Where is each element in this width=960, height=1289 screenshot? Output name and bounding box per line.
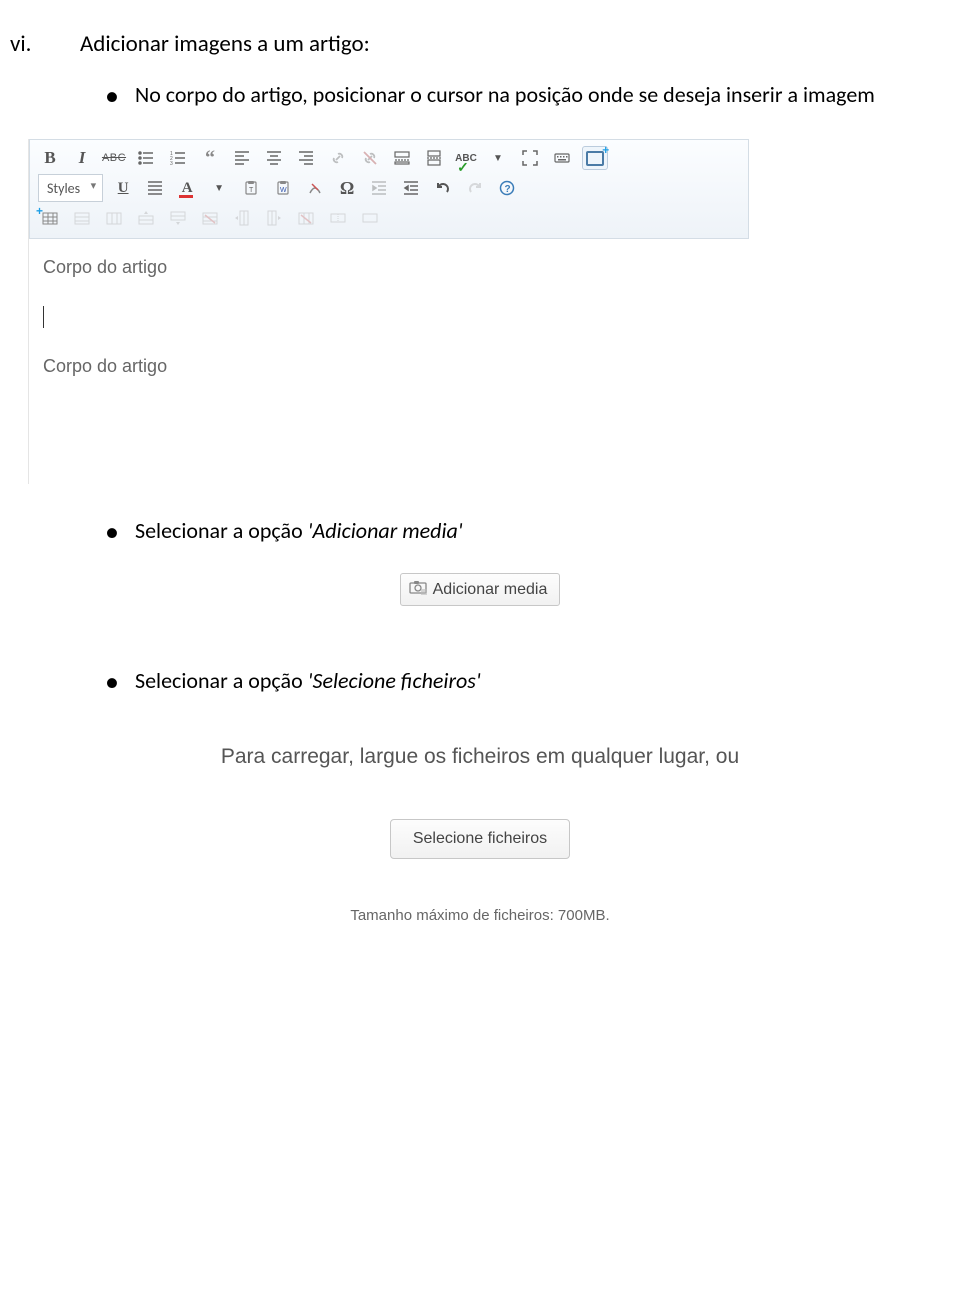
- add-media-toolbar-icon[interactable]: [582, 146, 608, 170]
- toolbar-row-1: B I ABC 123 “: [38, 146, 740, 170]
- undo-icon[interactable]: [431, 176, 455, 200]
- paste-text-icon[interactable]: T: [239, 176, 263, 200]
- paste-word-icon[interactable]: W: [271, 176, 295, 200]
- chevron-down-icon[interactable]: ▼: [486, 146, 510, 170]
- fullscreen-icon[interactable]: [518, 146, 542, 170]
- align-right-icon[interactable]: [294, 146, 318, 170]
- svg-text:W: W: [280, 187, 287, 194]
- bullet-list: No corpo do artigo, posicionar o cursor …: [10, 78, 950, 111]
- insert-col-before-icon[interactable]: [230, 206, 254, 230]
- styles-dropdown[interactable]: Styles: [38, 174, 103, 202]
- document-page: vi. Adicionar imagens a um artigo: No co…: [0, 0, 960, 954]
- link-icon[interactable]: [326, 146, 350, 170]
- bullet-item: Selecionar a opção 'Selecione ficheiros': [105, 664, 950, 697]
- numbered-list-icon[interactable]: 123: [166, 146, 190, 170]
- camera-icon: [409, 579, 427, 600]
- dropzone-hint: Para carregar, largue os ficheiros em qu…: [10, 745, 950, 769]
- merge-cells-icon[interactable]: [358, 206, 382, 230]
- bullet-text: Selecionar a opção: [135, 517, 308, 544]
- svg-text:3: 3: [170, 161, 173, 166]
- strikethrough-icon[interactable]: ABC: [102, 146, 126, 170]
- bullet-text: No corpo do artigo, posicionar o cursor …: [135, 81, 875, 108]
- delete-row-icon[interactable]: [198, 206, 222, 230]
- italic-icon[interactable]: I: [70, 146, 94, 170]
- section-title: Adicionar imagens a um artigo:: [80, 30, 370, 58]
- insert-row-before-icon[interactable]: [134, 206, 158, 230]
- align-justify-icon[interactable]: [143, 176, 167, 200]
- help-icon[interactable]: ?: [495, 176, 519, 200]
- align-left-icon[interactable]: [230, 146, 254, 170]
- editor-toolbar: B I ABC 123 “: [29, 139, 749, 239]
- blockquote-icon[interactable]: “: [198, 146, 222, 170]
- split-cells-icon[interactable]: [326, 206, 350, 230]
- bullet-item: Selecionar a opção 'Adicionar media': [105, 514, 950, 547]
- table-cell-props-icon[interactable]: [102, 206, 126, 230]
- add-media-figure: Adicionar media: [10, 565, 950, 636]
- bullet-list: Selecionar a opção 'Selecione ficheiros': [10, 664, 950, 697]
- redo-icon[interactable]: [463, 176, 487, 200]
- editor-cursor-line: [43, 306, 735, 328]
- remove-format-icon[interactable]: [303, 176, 327, 200]
- text-color-icon[interactable]: A: [175, 176, 199, 200]
- upload-dropzone: Para carregar, largue os ficheiros em qu…: [10, 745, 950, 924]
- insert-more-icon[interactable]: [390, 146, 414, 170]
- insert-col-after-icon[interactable]: [262, 206, 286, 230]
- bullet-list-icon[interactable]: [134, 146, 158, 170]
- outdent-icon[interactable]: [367, 176, 391, 200]
- svg-text:?: ?: [505, 184, 511, 195]
- editor-text-line: Corpo do artigo: [43, 257, 735, 278]
- keyboard-icon[interactable]: [550, 146, 574, 170]
- select-files-button[interactable]: Selecione ficheiros: [390, 819, 570, 859]
- section-heading: vi. Adicionar imagens a um artigo:: [10, 30, 950, 58]
- text-cursor-icon: [43, 306, 44, 328]
- insert-row-after-icon[interactable]: [166, 206, 190, 230]
- delete-col-icon[interactable]: [294, 206, 318, 230]
- insert-table-icon[interactable]: +: [38, 206, 62, 230]
- chevron-down-icon[interactable]: ▼: [207, 176, 231, 200]
- svg-text:T: T: [249, 187, 254, 194]
- editor-content-area[interactable]: Corpo do artigo Corpo do artigo: [29, 239, 749, 484]
- bold-icon[interactable]: B: [38, 146, 62, 170]
- bullet-list: Selecionar a opção 'Adicionar media': [10, 514, 950, 547]
- editor-text-line: Corpo do artigo: [43, 356, 735, 377]
- bullet-emphasis: 'Adicionar media': [308, 517, 463, 544]
- bullet-item: No corpo do artigo, posicionar o cursor …: [105, 78, 950, 111]
- indent-icon[interactable]: [399, 176, 423, 200]
- max-file-size-text: Tamanho máximo de ficheiros: 700MB.: [10, 907, 950, 924]
- add-media-label: Adicionar media: [433, 581, 548, 599]
- spellcheck-icon[interactable]: ABC: [454, 146, 478, 170]
- table-row-props-icon[interactable]: [70, 206, 94, 230]
- bullet-text: Selecionar a opção: [135, 667, 308, 694]
- toolbar-row-3: +: [38, 206, 740, 230]
- styles-label: Styles: [47, 180, 80, 197]
- add-media-button[interactable]: Adicionar media: [400, 573, 561, 606]
- page-break-icon[interactable]: [422, 146, 446, 170]
- unlink-icon[interactable]: [358, 146, 382, 170]
- bullet-emphasis: 'Selecione ficheiros': [308, 667, 481, 694]
- toolbar-row-2: Styles U A ▼ T W Ω: [38, 174, 740, 202]
- underline-icon[interactable]: U: [111, 176, 135, 200]
- rich-text-editor: B I ABC 123 “: [28, 139, 749, 484]
- align-center-icon[interactable]: [262, 146, 286, 170]
- special-char-icon[interactable]: Ω: [335, 176, 359, 200]
- section-number: vi.: [10, 30, 80, 58]
